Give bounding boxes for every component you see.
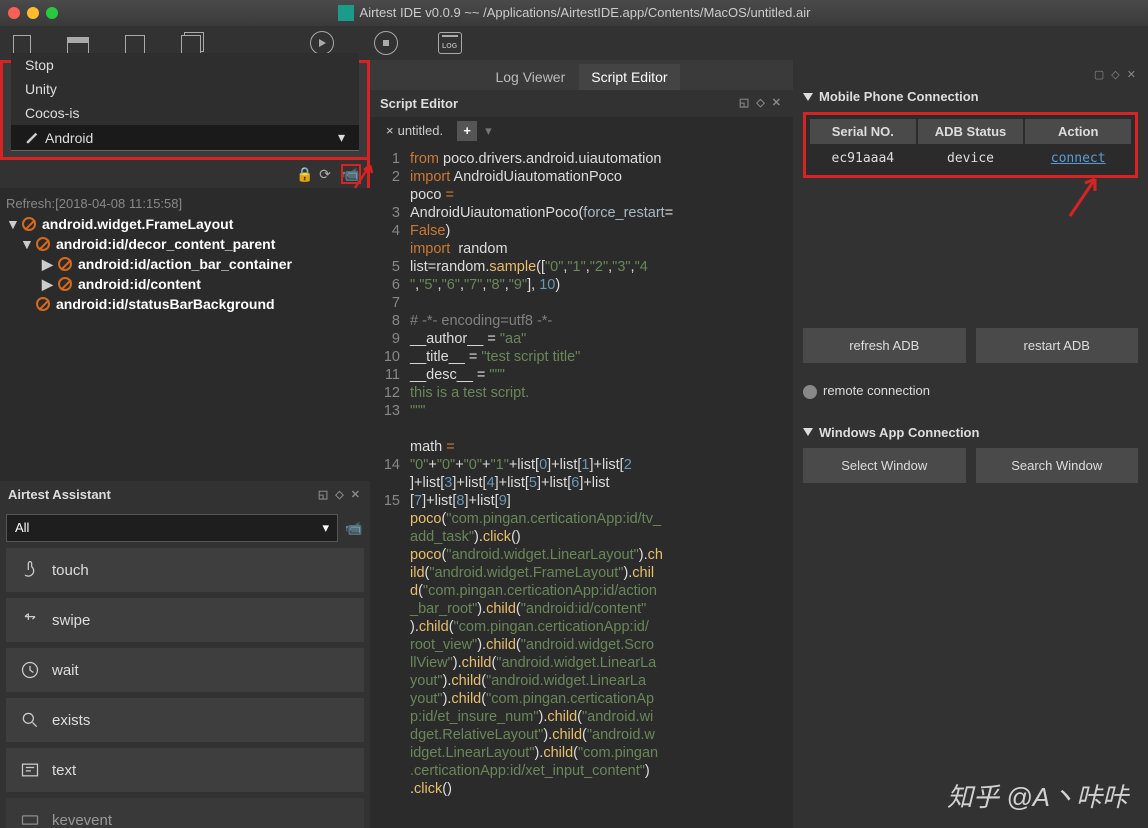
annotation-arrow-icon <box>1065 171 1105 221</box>
dropdown-item-android[interactable]: Android ▾ <box>11 125 359 151</box>
code-body[interactable]: from poco.drivers.android.uiautomation i… <box>410 150 793 798</box>
editor-header: Script Editor ◱ ◇ ✕ <box>370 90 793 117</box>
chevron-down-icon: ▾ <box>338 129 345 146</box>
chevron-down-icon: ▾ <box>322 520 329 536</box>
refresh-adb-button[interactable]: refresh ADB <box>803 328 966 363</box>
connect-link[interactable]: connect <box>1024 145 1132 172</box>
restart-adb-button[interactable]: restart ADB <box>976 328 1139 363</box>
code-editor[interactable]: 123456789101112131415 from poco.drivers.… <box>370 144 793 804</box>
center-tabbar: Log Viewer Script Editor <box>370 60 793 90</box>
th-adb: ADB Status <box>918 119 1024 144</box>
select-window-button[interactable]: Select Window <box>803 448 966 483</box>
assist-item-touch[interactable]: touch <box>6 548 364 592</box>
assist-item-swipe[interactable]: swipe <box>6 598 364 642</box>
mobile-section-header[interactable]: Mobile Phone Connection <box>803 81 1138 112</box>
remote-connection-option[interactable]: remote connection <box>803 377 1138 417</box>
run-icon[interactable] <box>310 31 334 55</box>
assist-item-exists[interactable]: exists <box>6 698 364 742</box>
stop-icon[interactable] <box>374 31 398 55</box>
dropdown-item-cocos[interactable]: Cocos-is <box>11 101 359 125</box>
device-row: ec91aaa4 device connect <box>809 145 1132 172</box>
ui-hierarchy-tree[interactable]: Refresh:[2018-04-08 11:15:58] ▼android.w… <box>0 188 370 481</box>
minimize-icon[interactable] <box>27 7 39 19</box>
watermark: 知乎 @A丶咔咔 <box>947 777 1128 814</box>
tree-row[interactable]: ▶android:id/statusBarBackground <box>6 294 364 314</box>
pencil-icon <box>25 131 39 145</box>
dropdown-item-stop[interactable]: Stop <box>11 53 359 77</box>
dropdown-item-unity[interactable]: Unity <box>11 77 359 101</box>
panel-controls[interactable]: ◱ ◇ ✕ <box>739 96 783 111</box>
ban-icon <box>36 297 50 311</box>
poco-mode-dropdown[interactable]: Stop Unity Cocos-is Android ▾ <box>0 60 370 160</box>
chevron-down-icon[interactable]: ▾ <box>485 123 492 139</box>
th-serial: Serial NO. <box>810 119 916 144</box>
file-save-icon[interactable] <box>125 35 145 55</box>
new-tab-button[interactable]: + <box>457 121 477 141</box>
log-icon[interactable]: LOG <box>438 32 462 54</box>
th-action: Action <box>1025 119 1131 144</box>
tree-row[interactable]: ▼android.widget.FrameLayout <box>6 214 364 234</box>
ban-icon <box>58 277 72 291</box>
maximize-icon[interactable] <box>46 7 58 19</box>
device-table: Serial NO. ADB Status Action ec91aaa4 de… <box>803 112 1138 178</box>
ban-icon <box>58 257 72 271</box>
panel-controls[interactable]: ▢ ◇ ✕ <box>803 68 1138 81</box>
file-saveall-icon[interactable] <box>181 35 201 55</box>
close-icon[interactable] <box>8 7 20 19</box>
panel-controls[interactable]: ◱ ◇ ✕ <box>318 488 362 501</box>
camera-icon[interactable]: 📹 <box>344 518 364 538</box>
triangle-down-icon <box>803 93 813 101</box>
td-adb: device <box>917 145 1025 172</box>
annotation-arrow-icon <box>350 160 380 190</box>
app-icon <box>338 5 354 21</box>
window-title: Airtest IDE v0.0.9 ~~ /Applications/Airt… <box>360 5 811 20</box>
assist-item-keyevent[interactable]: kevevent <box>6 798 364 828</box>
ban-icon <box>22 217 36 231</box>
lock-icon[interactable]: 🔒 <box>295 164 315 184</box>
triangle-down-icon <box>803 428 813 436</box>
tab-log-viewer[interactable]: Log Viewer <box>483 64 577 90</box>
tree-row[interactable]: ▶android:id/content <box>6 274 364 294</box>
ban-icon <box>36 237 50 251</box>
assist-item-text[interactable]: text <box>6 748 364 792</box>
assistant-header: Airtest Assistant ◱ ◇ ✕ <box>0 481 370 508</box>
radio-icon[interactable] <box>803 385 817 399</box>
file-tab[interactable]: ×untitled. <box>376 117 453 144</box>
td-serial: ec91aaa4 <box>809 145 917 172</box>
tab-script-editor[interactable]: Script Editor <box>579 64 679 90</box>
tree-row[interactable]: ▼android:id/decor_content_parent <box>6 234 364 254</box>
tree-row[interactable]: ▶android:id/action_bar_container <box>6 254 364 274</box>
refresh-timestamp: Refresh:[2018-04-08 11:15:58] <box>6 194 364 214</box>
assistant-filter-select[interactable]: All▾ <box>6 514 338 542</box>
line-gutter: 123456789101112131415 <box>370 150 410 798</box>
search-window-button[interactable]: Search Window <box>976 448 1139 483</box>
assist-item-wait[interactable]: wait <box>6 648 364 692</box>
windows-section-header[interactable]: Windows App Connection <box>803 417 1138 448</box>
window-titlebar: Airtest IDE v0.0.9 ~~ /Applications/Airt… <box>0 0 1148 26</box>
refresh-icon[interactable]: ⟳ <box>315 164 335 184</box>
